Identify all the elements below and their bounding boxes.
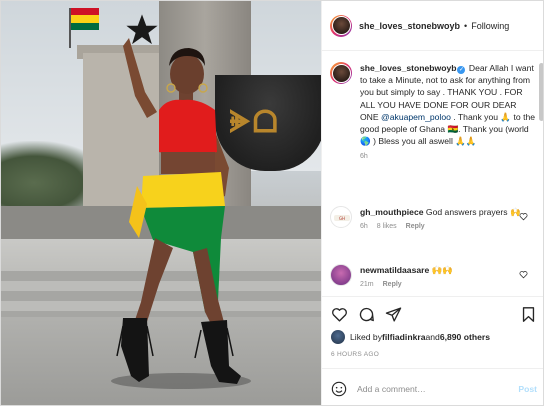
- comment-text: newmatildaasare 🙌🙌: [360, 264, 522, 276]
- likes-prefix: Liked by: [350, 332, 383, 342]
- comment-composer: Post: [322, 368, 543, 405]
- smiley-icon[interactable]: [331, 381, 347, 397]
- caption-username[interactable]: she_loves_stonebwoyb: [360, 63, 456, 73]
- caption-mention-link[interactable]: @akuapem_poloo: [381, 112, 451, 122]
- verified-badge-icon: ✓: [457, 66, 466, 74]
- comment-meta: 21m Reply: [360, 281, 540, 288]
- caption-time[interactable]: 6h: [360, 153, 536, 160]
- bookmark-icon[interactable]: [520, 306, 537, 323]
- comment-time[interactable]: 21m: [360, 281, 374, 288]
- caption-text: she_loves_stonebwoyb ✓ Dear Allah I want …: [360, 62, 536, 147]
- liker-username[interactable]: filfiadinkra: [382, 332, 425, 342]
- comment-item: newmatildaasare 🙌🙌 21m Reply: [330, 264, 540, 288]
- comments-scroll-area[interactable]: she_loves_stonebwoyb ✓ Dear Allah I want …: [322, 52, 540, 296]
- comment-body: God answers prayers 🙌: [423, 207, 521, 217]
- comments-scrollbar[interactable]: [539, 63, 543, 121]
- heart-icon[interactable]: [331, 306, 348, 323]
- likes-others-link[interactable]: 6,890 others: [440, 332, 490, 342]
- comment-reply-button[interactable]: Reply: [406, 223, 425, 230]
- post-actions: Liked by filfiadinkra and 6,890 others 6…: [322, 296, 543, 405]
- comment-likes[interactable]: 8 likes: [377, 223, 397, 230]
- comment-icon[interactable]: [358, 306, 375, 323]
- following-button[interactable]: Following: [471, 21, 509, 31]
- comment-username[interactable]: newmatildaasare: [360, 265, 429, 275]
- comment-heart-icon[interactable]: [519, 212, 528, 221]
- liker-avatar[interactable]: [331, 330, 345, 344]
- comment-reply-button[interactable]: Reply: [383, 281, 402, 288]
- post-sidebar: she_loves_stonebwoyb • Following she_lov…: [321, 1, 543, 405]
- likes-middle: and: [425, 332, 440, 342]
- comment-item: GH gh_mouthpiece God answers prayers 🙌 6…: [330, 206, 540, 230]
- post-photo[interactable]: ᗙᗝ: [1, 1, 321, 405]
- instagram-post-modal: ᗙᗝ she_loves_stonebwoyb • Following she_…: [0, 0, 544, 406]
- post-header: she_loves_stonebwoyb • Following: [322, 1, 543, 51]
- author-avatar[interactable]: [330, 14, 352, 37]
- post-comment-button[interactable]: Post: [518, 384, 537, 394]
- ghana-flag-icon: [69, 8, 99, 48]
- comment-body: 🙌🙌: [429, 265, 454, 275]
- action-icon-row: [331, 306, 539, 324]
- share-icon[interactable]: [385, 306, 402, 323]
- caption-avatar[interactable]: [330, 62, 352, 84]
- author-username[interactable]: she_loves_stonebwoyb: [359, 21, 460, 31]
- comment-username[interactable]: gh_mouthpiece: [360, 207, 424, 217]
- comment-avatar[interactable]: GH: [330, 206, 352, 228]
- svg-text:GH: GH: [339, 216, 345, 221]
- comment-avatar[interactable]: [330, 264, 352, 286]
- comment-heart-icon[interactable]: [519, 270, 528, 279]
- post-timestamp[interactable]: 6 HOURS AGO: [331, 351, 379, 358]
- comment-meta: 6h 8 likes Reply: [360, 223, 540, 230]
- comment-text: gh_mouthpiece God answers prayers 🙌: [360, 206, 522, 218]
- photo-woman-figure: [116, 38, 241, 384]
- likes-summary: Liked by filfiadinkra and 6,890 others: [331, 330, 490, 344]
- header-separator: •: [464, 20, 468, 31]
- comment-input[interactable]: [357, 383, 513, 394]
- caption: she_loves_stonebwoyb ✓ Dear Allah I want …: [330, 62, 536, 160]
- comment-time[interactable]: 6h: [360, 223, 368, 230]
